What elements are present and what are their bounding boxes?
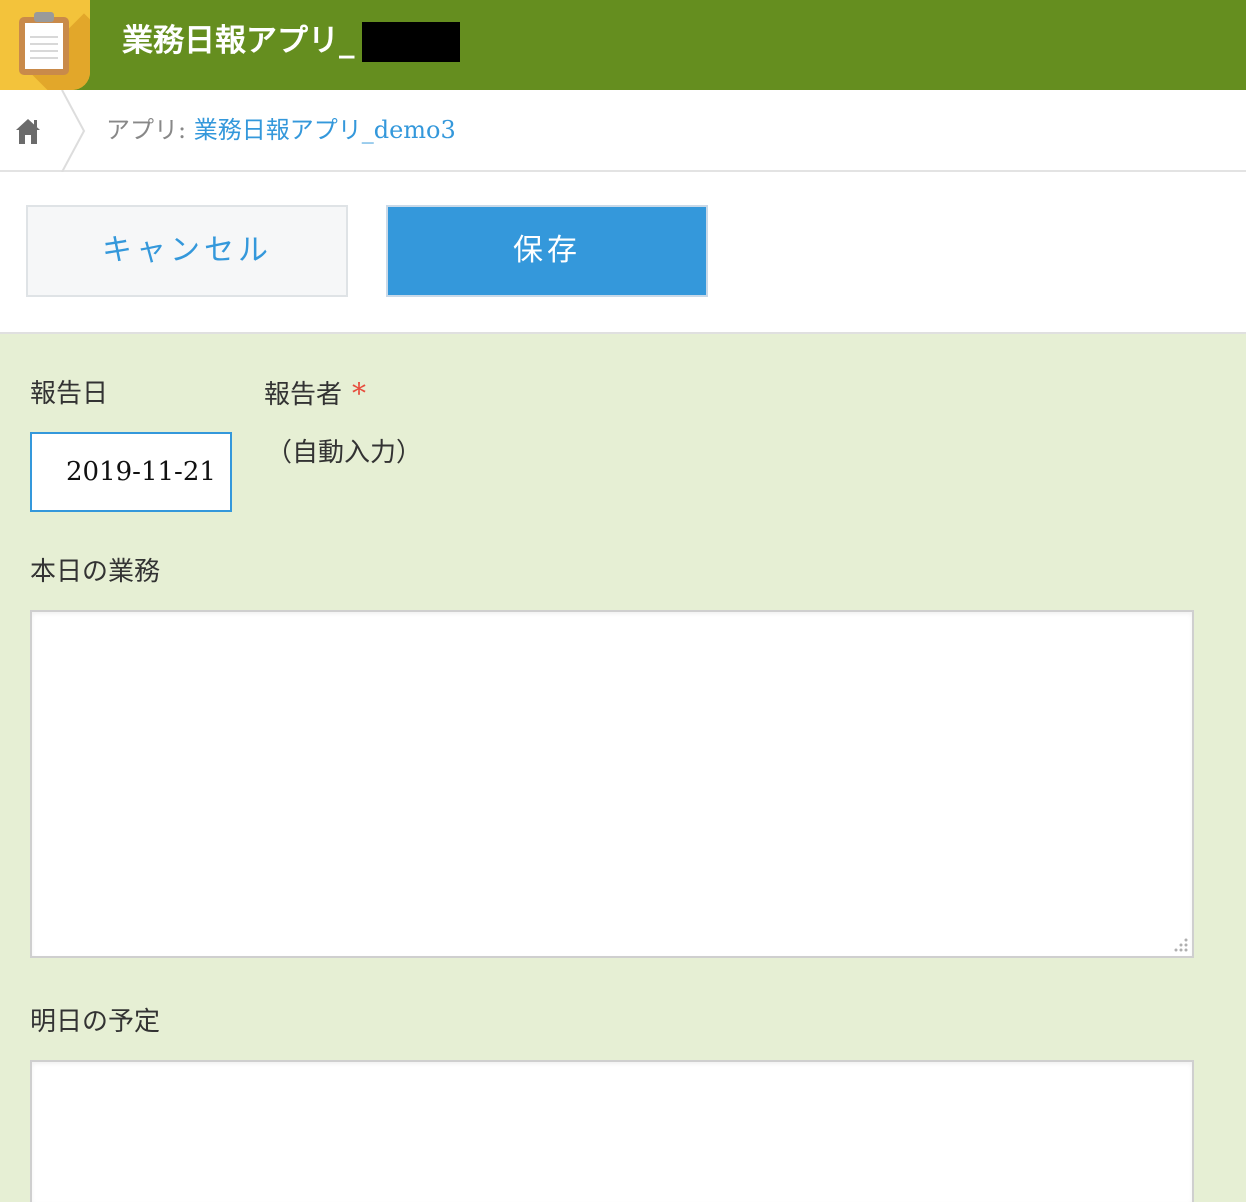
home-icon[interactable] xyxy=(14,116,42,146)
tomorrow-plan-label: 明日の予定 xyxy=(30,1007,161,1037)
resize-handle-icon[interactable] xyxy=(1170,934,1190,954)
redacted-title-suffix xyxy=(362,22,460,62)
report-date-input[interactable] xyxy=(30,432,232,512)
breadcrumb-prefix: アプリ: xyxy=(106,116,194,144)
clipboard-icon[interactable] xyxy=(0,0,90,90)
reporter-value: （自動入力） xyxy=(266,438,423,468)
breadcrumb-separator xyxy=(61,90,86,172)
today-tasks-label: 本日の業務 xyxy=(30,557,161,587)
required-mark: * xyxy=(352,377,367,410)
reporter-label: 報告者 * xyxy=(264,374,366,414)
save-button[interactable]: 保存 xyxy=(386,205,708,297)
cancel-button[interactable]: キャンセル xyxy=(26,205,348,297)
app-title: 業務日報アプリ_ xyxy=(122,23,355,59)
breadcrumb-app: アプリ: 業務日報アプリ_demo3 xyxy=(106,110,456,150)
report-date-label: 報告日 xyxy=(30,379,109,409)
reporter-label-text: 報告者 xyxy=(264,380,343,410)
breadcrumb-app-link[interactable]: 業務日報アプリ_demo3 xyxy=(194,116,456,144)
today-tasks-textarea[interactable] xyxy=(30,610,1194,958)
tomorrow-plan-textarea[interactable] xyxy=(30,1060,1194,1202)
